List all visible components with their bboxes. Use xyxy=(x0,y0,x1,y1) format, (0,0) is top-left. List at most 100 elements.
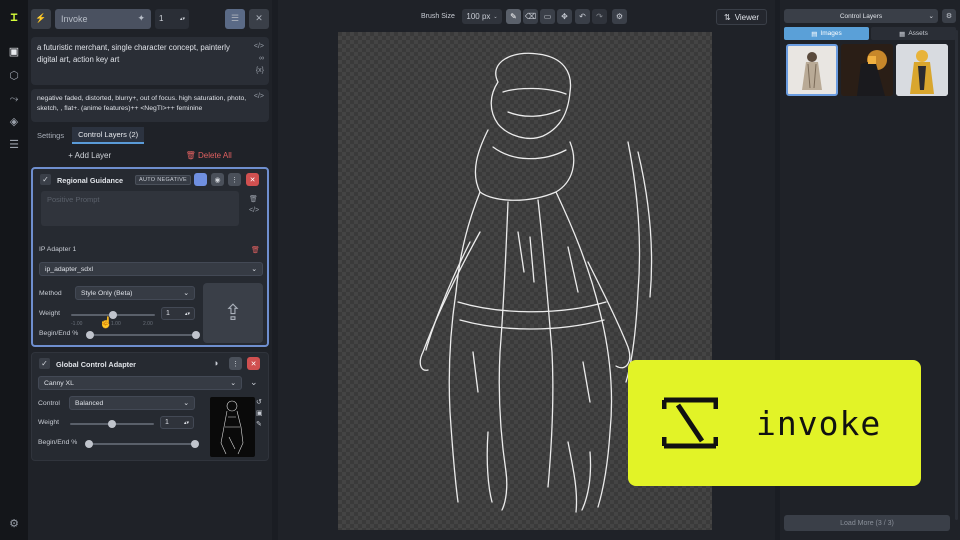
global-weight-input[interactable]: 1 ▴▾ xyxy=(160,416,194,429)
eraser-tool-button[interactable]: ⌫ xyxy=(523,9,538,24)
opacity-icon[interactable]: ◑ xyxy=(213,358,218,368)
brush-tool-button[interactable]: ✎ xyxy=(506,9,521,24)
global-weight-slider[interactable] xyxy=(70,420,154,428)
parameters-panel: ⚡ Invoke ✦ 1 ▴▾ ☰ ✕ a futuristic merchan… xyxy=(28,0,272,540)
gallery-image[interactable] xyxy=(786,44,838,96)
end-knob[interactable] xyxy=(192,331,200,339)
rect-tool-button[interactable]: ▭ xyxy=(540,9,555,24)
chevron-down-icon: ⌄ xyxy=(230,380,236,387)
control-model-select[interactable]: Canny XL ⌄ xyxy=(38,376,242,390)
images-icon: ▤ xyxy=(811,30,818,38)
global-end-knob[interactable] xyxy=(191,440,199,448)
viewer-toggle-button[interactable]: ⇅ Viewer xyxy=(715,9,767,25)
regional-code-icon[interactable]: </> xyxy=(249,207,262,214)
plus-icon: + xyxy=(68,150,73,160)
delete-layer-button[interactable]: ✕ xyxy=(246,173,259,186)
auto-negative-badge[interactable]: AUTO NEGATIVE xyxy=(135,175,192,185)
negative-code-icon[interactable]: </> xyxy=(254,92,264,102)
iterations-input[interactable]: 1 ▴▾ xyxy=(155,8,189,29)
regional-positive-prompt[interactable]: Positive Prompt xyxy=(41,191,239,226)
brush-icon: ✎ xyxy=(510,12,517,21)
queue-list-icon[interactable]: ☰ xyxy=(6,136,22,152)
global-begin-knob[interactable] xyxy=(85,440,93,448)
load-more-button[interactable]: Load More (3 / 3) xyxy=(784,515,950,531)
global-delete-button[interactable]: ✕ xyxy=(247,357,260,370)
layer-menu-button[interactable]: ⋮ xyxy=(228,173,241,186)
undo-button[interactable]: ↶ xyxy=(575,9,590,24)
begin-end-slider[interactable] xyxy=(86,331,200,339)
global-enable-checkbox[interactable]: ✓ xyxy=(39,358,50,369)
control-model-value: Canny XL xyxy=(44,379,74,387)
tab-settings[interactable]: Settings xyxy=(37,129,64,142)
swap-icon: ⇅ xyxy=(723,12,731,22)
reset-icon[interactable]: ↺ xyxy=(256,398,262,406)
save-icon[interactable]: ▣ xyxy=(256,409,263,417)
trash-icon: ✕ xyxy=(249,176,256,184)
edit-icon[interactable]: ✎ xyxy=(256,420,262,428)
redo-button[interactable]: ↷ xyxy=(592,9,607,24)
tab-images[interactable]: ▤ Images xyxy=(784,27,869,40)
control-image-preview[interactable] xyxy=(210,397,255,457)
layer-enable-checkbox[interactable]: ✓ xyxy=(40,174,51,185)
gear-icon: ⚙ xyxy=(945,13,953,20)
brush-size-input[interactable]: 100 px ⌄ xyxy=(462,9,502,24)
regional-guidance-layer[interactable]: ✓ Regional Guidance AUTO NEGATIVE ◉ ⋮ ✕ … xyxy=(31,167,269,347)
global-menu-button[interactable]: ⋮ xyxy=(229,357,242,370)
global-begin-end-slider[interactable] xyxy=(85,440,199,448)
positive-prompt-field[interactable]: a futuristic merchant, single character … xyxy=(31,37,269,85)
chevron-down-icon: ⌄ xyxy=(183,400,189,407)
control-mode-value: Balanced xyxy=(75,399,104,407)
ip-adapter-image-upload[interactable]: ⇪ xyxy=(203,283,263,343)
method-select[interactable]: Style Only (Beta) ⌄ xyxy=(75,286,195,300)
canvas-brush-icon[interactable]: ⬡ xyxy=(6,67,22,83)
global-weight-knob[interactable] xyxy=(108,420,116,428)
stepper-icon[interactable]: ▴▾ xyxy=(184,420,189,426)
global-control-adapter-layer[interactable]: ✓ Global Control Adapter ◑ ⋮ ✕ Canny XL … xyxy=(31,352,269,461)
text-to-image-icon[interactable]: ▣ xyxy=(6,43,22,59)
queue-list-button[interactable]: ☰ xyxy=(225,8,245,29)
ip-adapter-model-value: ip_adapter_sdxl xyxy=(45,265,93,273)
weight-input[interactable]: 1 ▴▾ xyxy=(161,307,195,320)
invoke-button[interactable]: Invoke ✦ xyxy=(55,8,151,29)
move-icon: ✥ xyxy=(561,12,568,21)
workflow-icon[interactable]: ⤳ xyxy=(6,91,22,107)
visibility-button[interactable]: ◉ xyxy=(211,173,224,186)
delete-all-label: Delete All xyxy=(197,150,232,160)
move-tool-button[interactable]: ✥ xyxy=(557,9,572,24)
negative-prompt-field[interactable]: negative faded, distorted, blurry+, out … xyxy=(31,89,269,122)
delete-all-button[interactable]: 🗑 Delete All xyxy=(186,151,232,160)
settings-tabs: Settings Control Layers (2) xyxy=(31,126,269,144)
positive-prompt-text: a futuristic merchant, single character … xyxy=(37,43,230,64)
stepper-icon[interactable]: ▴▾ xyxy=(180,16,185,22)
invoke-logo-icon[interactable]: ⌶ xyxy=(6,9,22,25)
code-icon[interactable]: </> xyxy=(254,41,264,53)
link-icon[interactable]: ∞ xyxy=(259,53,264,65)
mouse-cursor-icon: ☝ xyxy=(99,317,113,329)
embedding-icon[interactable]: {x} xyxy=(256,65,264,77)
queue-front-button[interactable]: ⚡ xyxy=(31,8,51,29)
ip-adapter-trash-icon[interactable]: 🗑 xyxy=(251,246,262,254)
weight-slider[interactable] xyxy=(71,311,155,319)
layer-color-button[interactable] xyxy=(194,173,207,186)
expand-chevron-icon[interactable]: ⌄ xyxy=(250,377,258,388)
add-layer-button[interactable]: + Add Layer xyxy=(68,151,111,160)
ip-adapter-model-select[interactable]: ip_adapter_sdxl ⌄ xyxy=(39,262,263,276)
board-select[interactable]: Control Layers ⌄ xyxy=(784,9,938,23)
brand-wordmark: invoke xyxy=(756,403,882,443)
models-cube-icon[interactable]: ◈ xyxy=(6,113,22,129)
begin-knob[interactable] xyxy=(86,331,94,339)
tab-assets[interactable]: ▦ Assets xyxy=(871,27,956,40)
gallery-scrollbar[interactable] xyxy=(955,30,958,520)
gallery-image[interactable] xyxy=(841,44,893,96)
cancel-button[interactable]: ✕ xyxy=(249,8,269,29)
regional-trash-icon[interactable]: 🗑 xyxy=(249,195,262,203)
settings-gear-icon[interactable]: ⚙ xyxy=(6,515,22,531)
weight-tick-min: -1.00 xyxy=(71,321,83,327)
canvas-settings-button[interactable]: ⚙ xyxy=(612,9,627,24)
gallery-settings-button[interactable]: ⚙ xyxy=(942,9,956,23)
control-mode-select[interactable]: Balanced ⌄ xyxy=(69,396,195,410)
tab-control-layers[interactable]: Control Layers (2) xyxy=(72,126,145,144)
global-weight-value: 1 xyxy=(165,419,169,426)
stepper-icon[interactable]: ▴▾ xyxy=(185,311,190,317)
gallery-image[interactable] xyxy=(896,44,948,96)
